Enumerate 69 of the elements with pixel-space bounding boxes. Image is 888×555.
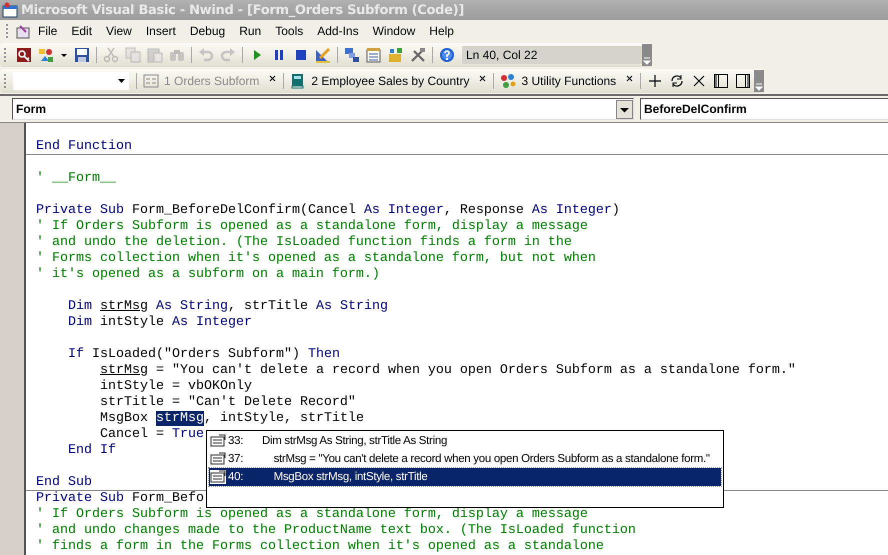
reference-icon (210, 452, 226, 466)
code-line: MsgBox strMsg, intStyle, strTitle (98, 411, 364, 426)
document-tab[interactable]: 3 Utility Functions (497, 73, 620, 89)
code-line: End Sub (36, 475, 92, 490)
app-icon (2, 2, 18, 18)
project-explorer-icon[interactable] (344, 47, 360, 63)
save-icon[interactable] (74, 47, 90, 63)
close-icon[interactable] (479, 74, 486, 82)
left-pane-icon[interactable] (713, 73, 730, 89)
code-line: strMsg = "You can't delete a record when you open Orders Subform as a standalone form." (99, 363, 796, 378)
stop-icon[interactable] (293, 47, 309, 63)
code-line: ' it's opened as a subform on a main form.) (36, 267, 380, 282)
code-line: If IsLoaded("Orders Subform") Then (67, 347, 340, 362)
reference-item[interactable]: 37: strMsg = "You can't delete a record when you open Orders Subform as a standalone form." (209, 450, 721, 468)
book-icon (290, 73, 306, 89)
code-editor[interactable] (26, 123, 888, 555)
close-icon[interactable] (269, 74, 276, 82)
code-line: End If (67, 443, 116, 458)
code-line: End Function (36, 139, 132, 154)
code-line: Dim intStyle As Integer (67, 315, 252, 330)
code-line: Private Sub Form_BeforeDelConfirm(Cancel As Integer, Response As Integer) (36, 203, 620, 218)
close-icon[interactable] (626, 74, 634, 82)
menu-item[interactable]: Run (232, 24, 268, 38)
help-icon[interactable] (439, 47, 455, 63)
menu-item[interactable]: Edit (64, 24, 100, 38)
tools-icon[interactable] (410, 47, 426, 63)
code-line: ' and undo changes made to the ProductName text box. (The IsLoaded function (36, 523, 636, 538)
reference-icon (210, 434, 226, 448)
shapes-icon[interactable] (38, 47, 54, 63)
menu-item[interactable]: Insert (138, 24, 183, 38)
code-line: Cancel = True (98, 427, 204, 442)
app-menu-icon[interactable] (15, 23, 31, 39)
right-pane-icon[interactable] (735, 73, 752, 89)
menu-item[interactable]: Help (422, 24, 461, 38)
key-icon[interactable] (16, 47, 32, 63)
document-tab[interactable]: 2 Employee Sales by Country (287, 73, 474, 89)
menu-item[interactable]: File (31, 24, 64, 38)
reference-item[interactable]: 40: MsgBox strMsg, intStyle, strTitle (209, 468, 721, 486)
code-line: ' If Orders Subform is opened as a standalone form, display a message (36, 507, 588, 522)
refresh-icon[interactable] (669, 73, 686, 89)
code-line: intStyle = vbOKOnly (98, 379, 252, 394)
plus-icon[interactable] (647, 73, 664, 89)
dropdown-arrow-icon (118, 79, 125, 83)
menu-item[interactable]: Add-Ins (310, 24, 366, 38)
reference-icon (210, 470, 226, 484)
code-line: ' __Form__ (36, 171, 116, 186)
menu-item[interactable]: View (99, 24, 139, 38)
module-icon (500, 73, 516, 89)
code-line: strTitle = "Can't Delete Record" (98, 395, 356, 410)
window-title: Microsoft Visual Basic - Nwind - [Form_Orders Subform (Code)] (21, 2, 464, 18)
object-browser-icon[interactable] (388, 47, 404, 63)
menu-item[interactable]: Tools (268, 24, 310, 38)
object-combo-box[interactable]: Form (12, 98, 634, 120)
properties-icon[interactable] (366, 47, 382, 63)
code-line: ' Forms collection when it's opened as a standalone form, but not when (36, 251, 596, 266)
code-line: Dim strMsg As String, strTitle As String (67, 299, 388, 314)
close-icon[interactable] (691, 73, 708, 89)
toolbar-options-icon[interactable] (642, 44, 652, 66)
menu-item[interactable]: Debug (182, 24, 232, 38)
reference-item[interactable]: 33: Dim strMsg As String, strTitle As String (209, 432, 721, 450)
ruler-pencil-icon[interactable] (315, 47, 331, 63)
cursor-position: Ln 40, Col 22 (462, 46, 642, 64)
code-line: ' finds a form in the Forms collection when it's opened as a standalone (36, 539, 604, 554)
menu-item[interactable]: Window (366, 24, 422, 38)
form-icon (143, 73, 159, 89)
code-line: Private Sub Form_Befo (36, 491, 204, 506)
code-line: ' and undo the deletion. (The IsLoaded function finds a form in the (36, 235, 572, 250)
code-line: ' If Orders Subform is opened as a standalone form, display a message (36, 219, 588, 234)
procedure-combo-box[interactable]: BeforeDelConfirm (640, 98, 888, 120)
